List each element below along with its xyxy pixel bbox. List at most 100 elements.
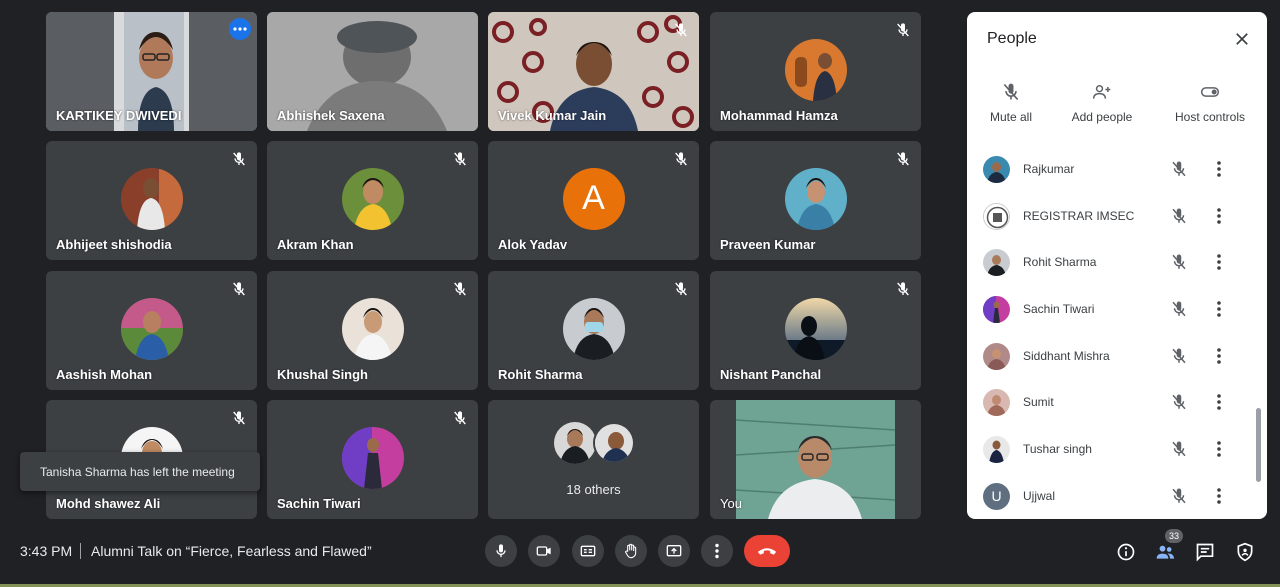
mute-all-button[interactable]: Mute all xyxy=(987,82,1035,124)
mic-off-icon xyxy=(1003,83,1019,101)
avatar xyxy=(341,297,404,360)
more-vertical-icon[interactable] xyxy=(1213,346,1225,366)
more-options-button[interactable] xyxy=(229,18,251,40)
chat-icon xyxy=(1196,543,1214,562)
present-button[interactable] xyxy=(658,535,690,567)
avatar-initial-letter: A xyxy=(582,179,605,217)
host-controls-button[interactable] xyxy=(1234,541,1256,563)
video-tile[interactable]: Mohammad Hamza xyxy=(710,12,921,131)
more-vertical-icon[interactable] xyxy=(1213,392,1225,412)
people-button[interactable] xyxy=(1154,541,1176,563)
video-tile[interactable]: Sachin Tiwari xyxy=(267,400,478,519)
participant-name: Khushal Singh xyxy=(277,367,368,382)
more-vertical-icon[interactable] xyxy=(1213,252,1225,272)
participant-name: Aashish Mohan xyxy=(56,367,153,382)
video-camera-icon xyxy=(536,546,551,556)
participant-row[interactable]: Sumit xyxy=(967,379,1257,426)
chat-button[interactable] xyxy=(1194,541,1216,563)
leave-call-button[interactable] xyxy=(744,535,790,567)
raise-hand-button[interactable] xyxy=(615,535,647,567)
others-tile[interactable]: 18 others xyxy=(488,400,699,519)
participant-name: Alok Yadav xyxy=(498,237,568,252)
participant-name: Sumit xyxy=(1023,395,1054,410)
captions-button[interactable] xyxy=(572,535,604,567)
avatar xyxy=(562,297,625,360)
participant-row[interactable]: U Ujjwal xyxy=(967,473,1257,519)
more-vertical-icon[interactable] xyxy=(1213,206,1225,226)
mic-off-icon xyxy=(454,152,466,166)
mic-off-icon[interactable] xyxy=(1170,440,1188,458)
avatar xyxy=(341,426,404,489)
participant-row[interactable]: Tushar singh xyxy=(967,426,1257,473)
participant-name: REGISTRAR IMSEC xyxy=(1023,208,1135,223)
avatar-initial: U xyxy=(983,482,1010,510)
mic-icon xyxy=(496,544,506,557)
participant-row[interactable]: Rohit Sharma xyxy=(967,239,1257,286)
host-controls-button[interactable]: Host controls xyxy=(1170,82,1250,124)
participant-row[interactable]: Siddhant Mishra xyxy=(967,333,1257,380)
add-person-icon xyxy=(1092,85,1111,99)
camera-button[interactable] xyxy=(528,535,560,567)
video-tile[interactable]: Rohit Sharma xyxy=(488,271,699,390)
video-tile[interactable]: Vivek Kumar Jain xyxy=(488,12,699,131)
video-tile[interactable]: Nishant Panchal xyxy=(710,271,921,390)
video-tile[interactable]: Akram Khan xyxy=(267,141,478,260)
scrollbar[interactable] xyxy=(1256,408,1261,482)
video-tile[interactable]: A Alok Yadav xyxy=(488,141,699,260)
participant-row[interactable]: Sachin Tiwari xyxy=(967,286,1257,333)
mic-off-icon[interactable] xyxy=(1170,207,1188,225)
self-video-tile[interactable]: You xyxy=(710,400,921,519)
participant-name: Rohit Sharma xyxy=(498,367,583,382)
panel-title: People xyxy=(987,30,1037,47)
mic-off-icon xyxy=(675,282,687,296)
participant-count-badge: 33 xyxy=(1165,529,1183,543)
divider xyxy=(80,543,81,559)
participant-name: Abhishek Saxena xyxy=(277,108,385,123)
participant-name: Siddhant Mishra xyxy=(1023,348,1110,363)
people-panel: People Mute all Add people Host controls… xyxy=(967,12,1267,519)
participant-name: Rajkumar xyxy=(1023,162,1075,176)
participant-name: Praveen Kumar xyxy=(720,237,816,252)
mic-off-icon[interactable] xyxy=(1170,347,1188,365)
mic-off-icon xyxy=(233,152,245,166)
more-vertical-icon[interactable] xyxy=(1213,486,1225,506)
mute-all-label: Mute all xyxy=(989,110,1033,124)
mic-off-icon[interactable] xyxy=(1170,253,1188,271)
mic-off-icon[interactable] xyxy=(1170,300,1188,318)
participant-name: Abhijeet shishodia xyxy=(56,237,172,252)
others-label: 18 others xyxy=(566,482,621,497)
video-tile[interactable]: Praveen Kumar xyxy=(710,141,921,260)
meeting-details-button[interactable] xyxy=(1115,541,1137,563)
mic-off-icon xyxy=(233,411,245,425)
video-tile[interactable]: Abhishek Saxena xyxy=(267,12,478,131)
others-avatar xyxy=(554,422,596,464)
add-people-label: Add people xyxy=(1071,110,1133,124)
present-screen-icon xyxy=(666,545,682,557)
more-options-button[interactable] xyxy=(701,535,733,567)
mic-off-icon xyxy=(675,152,687,166)
hang-up-icon xyxy=(757,548,777,555)
others-avatar xyxy=(593,422,635,464)
mic-off-icon xyxy=(897,23,909,37)
mic-off-icon[interactable] xyxy=(1170,487,1188,505)
close-icon[interactable] xyxy=(1233,30,1251,48)
avatar xyxy=(784,38,847,101)
video-tile[interactable]: Khushal Singh xyxy=(267,271,478,390)
mic-off-icon[interactable] xyxy=(1170,160,1188,178)
more-vertical-icon[interactable] xyxy=(1213,439,1225,459)
participant-row[interactable]: Rajkumar xyxy=(967,146,1257,193)
host-controls-label: Host controls xyxy=(1174,110,1246,124)
video-tile[interactable]: Abhijeet shishodia xyxy=(46,141,257,260)
participant-row[interactable]: REGISTRAR IMSEC xyxy=(967,193,1257,240)
more-vertical-icon[interactable] xyxy=(1213,159,1225,179)
video-tile[interactable]: KARTIKEY DWIVEDI xyxy=(46,12,257,131)
avatar xyxy=(983,249,1010,277)
more-vertical-icon[interactable] xyxy=(1213,299,1225,319)
participant-name: KARTIKEY DWIVEDI xyxy=(56,108,182,123)
add-people-button[interactable]: Add people xyxy=(1067,82,1137,124)
mic-off-icon[interactable] xyxy=(1170,393,1188,411)
mic-button[interactable] xyxy=(485,535,517,567)
avatar-initial: A xyxy=(562,167,625,230)
video-tile[interactable]: Aashish Mohan xyxy=(46,271,257,390)
avatar xyxy=(983,342,1010,370)
